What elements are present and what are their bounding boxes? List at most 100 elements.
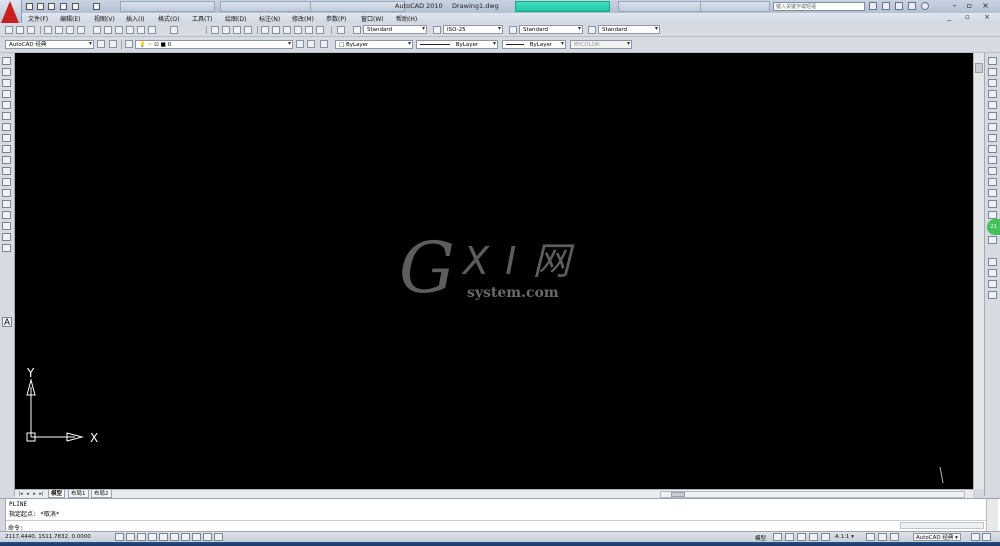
vertical-scrollbar[interactable] <box>973 53 984 489</box>
first-tab-icon[interactable]: |◂ <box>17 490 24 498</box>
layer-select[interactable]: 💡 ☼ ⊡ ■ 0 <box>135 40 293 49</box>
ortho-mode-icon[interactable] <box>137 533 146 541</box>
polar-tracking-icon[interactable] <box>148 533 157 541</box>
color-select[interactable]: □ ByLayer <box>335 40 413 49</box>
send-to-back-icon[interactable] <box>988 291 997 299</box>
tab-layout1[interactable]: 布局1 <box>68 490 89 498</box>
lineweight-select[interactable]: ByLayer <box>502 40 566 49</box>
new-icon[interactable] <box>26 3 33 10</box>
model-space-label[interactable]: 模型 <box>755 534 766 542</box>
copy-object-icon[interactable] <box>988 68 997 76</box>
search-input[interactable]: 键入关键字或短语 <box>773 2 865 11</box>
move-icon[interactable] <box>988 112 997 120</box>
horizontal-scrollbar[interactable] <box>660 491 965 498</box>
drawing-canvas[interactable]: G X I 网 system.com Y X <box>15 53 973 489</box>
sheet-set-icon[interactable] <box>294 26 302 34</box>
workspace-select[interactable]: AutoCAD 经典 <box>5 40 94 49</box>
menu-view[interactable]: 视图(V) <box>94 14 115 23</box>
open-icon[interactable] <box>37 3 44 10</box>
workspace-switch-icon[interactable] <box>890 533 899 541</box>
save-icon[interactable] <box>27 26 35 34</box>
mleader-style-icon[interactable] <box>588 26 596 34</box>
bring-to-front-icon[interactable] <box>988 280 997 288</box>
linetype-select[interactable]: ByLayer <box>416 40 498 49</box>
table-style-icon[interactable] <box>509 26 517 34</box>
quickcalc-icon[interactable] <box>316 26 324 34</box>
application-menu-button[interactable] <box>0 0 22 24</box>
mirror-icon[interactable] <box>988 79 997 87</box>
document-window-controls[interactable]: _ ▫ × <box>947 13 996 21</box>
communication-icon[interactable] <box>895 2 903 10</box>
workspace-settings-icon[interactable] <box>97 40 105 48</box>
menu-dimension[interactable]: 标注(N) <box>259 14 280 23</box>
line-icon[interactable] <box>2 57 11 65</box>
polyline-icon[interactable] <box>2 79 11 87</box>
dynamic-ucs-icon[interactable] <box>192 533 201 541</box>
close-icon[interactable]: × <box>979 1 992 11</box>
tab-layout2[interactable]: 布局2 <box>91 490 112 498</box>
draw-order-icon[interactable] <box>988 269 997 277</box>
menu-format[interactable]: 格式(O) <box>158 14 179 23</box>
polygon-icon[interactable] <box>2 90 11 98</box>
restore-icon[interactable]: ▫ <box>963 1 976 11</box>
markup-icon[interactable] <box>305 26 313 34</box>
layer-states-icon[interactable] <box>125 40 133 48</box>
coordinate-readout[interactable]: 2117.4440, 1511.7832, 0.0000 <box>5 534 91 540</box>
quick-view-layouts-icon[interactable] <box>773 533 782 541</box>
pan-icon[interactable] <box>211 26 219 34</box>
dim-style-icon[interactable] <box>433 26 441 34</box>
mleader-style-select[interactable]: Standard <box>598 25 660 34</box>
qnew-icon[interactable] <box>5 26 13 34</box>
command-input-row[interactable]: 命令: <box>6 520 986 532</box>
zoom-realtime-icon[interactable] <box>222 26 230 34</box>
join-icon[interactable] <box>988 200 997 208</box>
3d-dwf-icon[interactable] <box>77 26 85 34</box>
plot-icon[interactable] <box>93 3 100 10</box>
arc-icon[interactable] <box>2 112 11 120</box>
stretch-icon[interactable] <box>988 145 997 153</box>
menu-draw[interactable]: 绘图(D) <box>225 14 246 23</box>
zoom-window-icon[interactable] <box>233 26 241 34</box>
layer-match-icon[interactable] <box>320 40 328 48</box>
gradient-icon[interactable] <box>2 222 11 230</box>
next-tab-icon[interactable]: ▸ <box>31 490 38 498</box>
extend-icon[interactable] <box>988 167 997 175</box>
menu-tools[interactable]: 工具(T) <box>192 14 212 23</box>
offset-icon[interactable] <box>988 90 997 98</box>
auto-scale-icon[interactable] <box>878 533 887 541</box>
layer-properties-icon[interactable] <box>109 40 117 48</box>
text-style-select[interactable]: Standard <box>363 25 427 34</box>
object-snap-icon[interactable] <box>159 533 168 541</box>
text-style-icon[interactable] <box>353 26 361 34</box>
toolbar-lock-icon[interactable] <box>971 533 980 541</box>
construction-line-icon[interactable] <box>2 68 11 76</box>
menu-file[interactable]: 文件(F) <box>28 14 48 23</box>
menu-modify[interactable]: 修改(M) <box>292 14 314 23</box>
fillet-icon[interactable] <box>988 236 997 244</box>
plot-preview-icon[interactable] <box>55 26 63 34</box>
save-icon[interactable] <box>48 3 55 10</box>
ellipse-icon[interactable] <box>2 156 11 164</box>
point-icon[interactable] <box>2 200 11 208</box>
menu-parametric[interactable]: 参数(P) <box>326 14 346 23</box>
spline-icon[interactable] <box>2 145 11 153</box>
match-properties-icon[interactable] <box>126 26 134 34</box>
undo-icon[interactable] <box>148 26 156 34</box>
erase-icon[interactable] <box>988 57 997 65</box>
block-editor-icon[interactable] <box>137 26 145 34</box>
layer-previous-icon[interactable] <box>307 40 315 48</box>
binoculars-icon[interactable] <box>869 2 877 10</box>
break-icon[interactable] <box>988 189 997 197</box>
tool-palettes-icon[interactable] <box>283 26 291 34</box>
dynamic-input-icon[interactable] <box>203 533 212 541</box>
multiline-text-icon[interactable]: A <box>2 317 12 327</box>
hatch-icon[interactable] <box>2 211 11 219</box>
make-block-icon[interactable] <box>2 189 11 197</box>
horizontal-scroll-thumb[interactable] <box>671 492 685 497</box>
menu-insert[interactable]: 插入(I) <box>126 14 144 23</box>
menu-help[interactable]: 帮助(H) <box>396 14 417 23</box>
chamfer-icon[interactable] <box>988 211 997 219</box>
quick-view-drawings-icon[interactable] <box>785 533 794 541</box>
ellipse-arc-icon[interactable] <box>2 167 11 175</box>
break-at-point-icon[interactable] <box>988 178 997 186</box>
